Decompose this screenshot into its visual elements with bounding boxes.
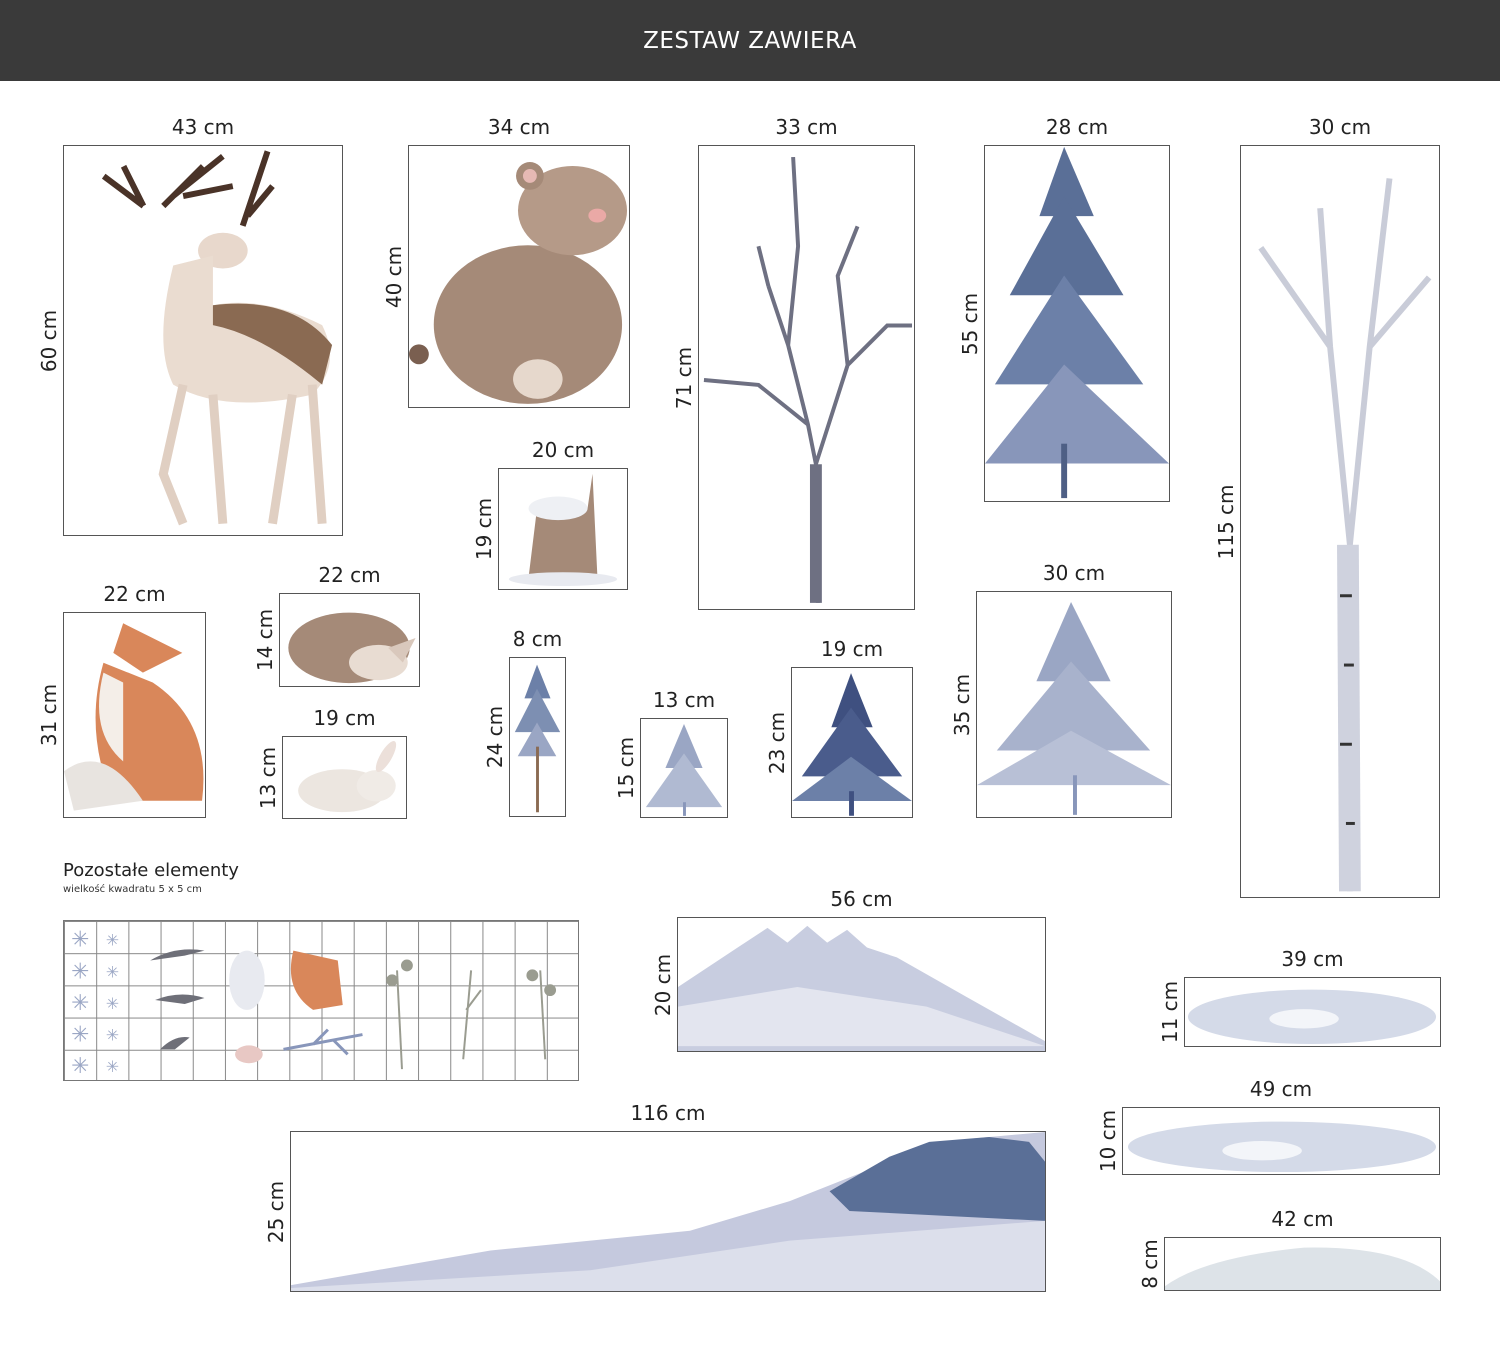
bear-illustration [408,145,630,408]
fawn-illustration [279,593,420,687]
height-label: 15 cm [614,736,638,800]
height-label: 20 cm [651,953,675,1016]
width-label: 19 cm [820,637,884,661]
width-label: 13 cm [652,688,716,712]
width-label: 116 cm [630,1101,706,1125]
height-label: 55 cm [958,292,982,355]
height-label: 25 cm [264,1180,288,1243]
height-label: 60 cm [37,309,61,372]
width-label: 22 cm [318,563,381,587]
spruce-illustration [984,145,1170,502]
height-label: 35 cm [950,673,974,736]
snow-2-illustration [1122,1107,1440,1175]
sticker-rabbit: 19 cm 13 cm [256,706,407,819]
sticker-deer: 43 cm 60 cm [37,115,343,536]
height-label: 40 cm [382,245,406,308]
height-label: 115 cm [1214,483,1238,560]
small-tree-illustration [640,718,728,818]
svg-text:✳: ✳ [106,962,119,981]
other-elements-subtitle: wielkość kwadratu 5 x 5 cm [63,884,202,895]
owl [229,950,265,1010]
sticker-snow-1: 39 cm 11 cm [1158,947,1441,1047]
sticker-hill-medium: 56 cm 20 cm [651,887,1046,1052]
sticker-small-tree: 13 cm 15 cm [614,688,728,818]
stump-illustration [498,468,628,590]
height-label: 71 cm [672,346,696,409]
sticker-bare-tree: 33 cm 71 cm [672,115,915,610]
width-label: 49 cm [1249,1077,1313,1101]
height-label: 31 cm [37,683,61,747]
sticker-fawn: 22 cm 14 cm [253,563,420,687]
svg-text:✳: ✳ [106,931,119,950]
tiny-tree-illustration [509,657,566,817]
snow-3-illustration [1164,1237,1441,1291]
sticker-stump: 20 cm 19 cm [472,438,628,590]
small-stickers: ✳ ✳ ✳ ✳ ✳ ✳ ✳ ✳ ✳ ✳ [71,928,557,1079]
sticker-snow-2: 49 cm 10 cm [1096,1077,1440,1175]
deer-illustration [63,145,343,536]
height-label: 8 cm [1138,1239,1162,1289]
leaf-branch [283,1028,363,1056]
width-label: 28 cm [1045,115,1109,139]
width-label: 34 cm [487,115,551,139]
plant-twigs [386,959,557,1070]
height-label: 13 cm [256,746,280,809]
sticker-spruce: 28 cm 55 cm [958,115,1170,502]
bird-silhouettes [150,949,205,1050]
svg-text:✳: ✳ [71,928,89,953]
svg-text:✳: ✳ [71,991,89,1016]
rabbit-illustration [282,736,407,819]
svg-text:✳: ✳ [106,1025,119,1044]
sticker-pale-tree: 30 cm 35 cm [950,561,1172,818]
robin [235,1045,263,1064]
dark-tree-illustration [791,667,913,818]
sticker-tiny-tree: 8 cm 24 cm [483,627,566,817]
width-label: 33 cm [775,115,838,139]
height-label: 10 cm [1096,1109,1120,1173]
width-label: 30 cm [1042,561,1106,585]
width-label: 43 cm [171,115,235,139]
bare-tree-illustration [698,145,915,610]
height-label: 14 cm [253,608,277,672]
header-bar: ZESTAW ZAWIERA [0,0,1500,81]
sticker-dark-tree: 19 cm 23 cm [765,637,913,818]
squirrel [290,950,343,1010]
width-label: 22 cm [103,582,166,606]
sticker-birch: 30 cm 115 cm [1214,115,1440,898]
height-label: 19 cm [472,497,496,561]
sticker-fox: 22 cm 31 cm [37,582,206,818]
birch-illustration [1240,145,1440,898]
sticker-snow-3: 42 cm 8 cm [1138,1207,1441,1291]
page-title: ZESTAW ZAWIERA [643,27,857,54]
width-label: 20 cm [531,438,595,462]
height-label: 23 cm [765,711,789,774]
snow-1-illustration [1184,977,1441,1047]
svg-text:✳: ✳ [106,994,119,1013]
pale-tree-illustration [976,591,1172,818]
width-label: 8 cm [512,627,563,651]
height-label: 24 cm [483,705,507,769]
width-label: 56 cm [830,887,893,911]
fox-illustration [63,612,206,818]
svg-text:✳: ✳ [71,959,89,984]
other-elements-grid: ✳ ✳ ✳ ✳ ✳ ✳ ✳ ✳ ✳ ✳ [63,920,579,1081]
width-label: 42 cm [1271,1207,1334,1231]
svg-text:✳: ✳ [71,1054,89,1079]
sticker-hill-large: 116 cm 25 cm [264,1101,1046,1292]
svg-text:✳: ✳ [71,1022,89,1047]
sticker-bear: 34 cm 40 cm [382,115,630,408]
width-label: 39 cm [1281,947,1344,971]
height-label: 11 cm [1158,980,1182,1044]
other-elements-title: Pozostałe elementy [63,860,239,881]
hill-medium-illustration [677,917,1046,1052]
width-label: 19 cm [313,706,376,730]
width-label: 30 cm [1308,115,1372,139]
snowflake-icons: ✳ ✳ ✳ ✳ ✳ ✳ ✳ ✳ ✳ ✳ [71,928,119,1079]
hill-large-illustration [290,1131,1046,1292]
svg-text:✳: ✳ [106,1057,119,1076]
